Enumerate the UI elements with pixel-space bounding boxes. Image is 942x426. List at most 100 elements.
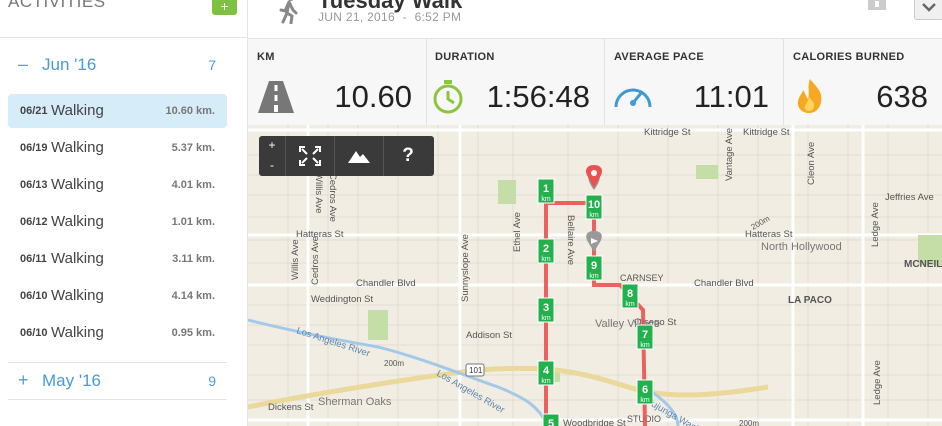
divider xyxy=(8,399,227,400)
stat-label: DURATION xyxy=(435,51,495,63)
km-marker: 10km xyxy=(585,194,603,220)
activity-date: 06/11 xyxy=(20,253,47,265)
km-marker-number: 1 xyxy=(543,183,549,195)
activity-item[interactable]: 06/21 Walking 10.60 km. xyxy=(8,94,227,128)
km-marker-number: 6 xyxy=(642,384,648,396)
help-button[interactable]: ? xyxy=(384,136,432,176)
place-label: Sherman Oaks xyxy=(318,396,392,408)
month-group-jun-2016[interactable]: – Jun '16 7 xyxy=(8,50,228,80)
activity-type: Walking xyxy=(51,176,104,193)
activity-type: Walking xyxy=(51,324,104,341)
activities-sidebar: ACTIVITIES + – Jun '16 7 06/21 Walking 1… xyxy=(0,0,248,426)
activity-item[interactable]: 06/11 Walking 3.11 km. xyxy=(8,242,227,276)
km-marker-unit: km xyxy=(589,212,599,219)
walking-icon xyxy=(279,0,298,24)
place-label: CARNSEY xyxy=(620,273,664,283)
km-marker-number: 8 xyxy=(627,288,633,300)
km-marker-unit: km xyxy=(541,256,551,263)
activity-date: 06/10 xyxy=(20,327,48,339)
activity-distance: 10.60 km. xyxy=(165,105,215,117)
fullscreen-button[interactable] xyxy=(286,136,335,176)
street-label: Willis Ave xyxy=(290,240,301,280)
activity-item[interactable]: 06/10 Walking 0.95 km. xyxy=(8,316,227,350)
activity-type: Walking xyxy=(51,102,104,119)
activity-header: Tuesday Walk JUN 21, 2016 - 6:52 PM xyxy=(248,0,942,38)
street-label: Chandler Blvd xyxy=(694,278,754,289)
km-marker-unit: km xyxy=(625,301,635,308)
activity-distance: 5.37 km. xyxy=(171,142,215,154)
month-group-may-2016[interactable]: + May '16 9 xyxy=(8,366,228,396)
options-menu-button[interactable] xyxy=(914,0,942,20)
chevron-down-icon xyxy=(922,3,936,12)
activity-date: 06/21 xyxy=(20,105,48,117)
activity-date: 06/19 xyxy=(20,142,48,154)
activity-item[interactable]: 06/13 Walking 4.01 km. xyxy=(8,168,227,202)
street-label: Jeffries Ave xyxy=(885,192,934,203)
km-marker: 4km xyxy=(537,360,555,386)
street-label: Addison St xyxy=(466,330,512,341)
activity-type: Walking xyxy=(51,213,104,230)
map-controls: + - ? xyxy=(259,136,434,176)
stat-label: KM xyxy=(257,51,275,63)
flame-icon xyxy=(797,79,822,113)
street-label: Hatteras St xyxy=(745,229,793,240)
activity-distance: 3.11 km. xyxy=(172,253,215,265)
stat-label: CALORIES BURNED xyxy=(793,51,905,63)
stopwatch-icon xyxy=(433,80,463,114)
month-count: 9 xyxy=(208,373,216,389)
street-label: Cleon Ave xyxy=(806,142,817,185)
activity-distance: 1.01 km. xyxy=(171,216,215,228)
divider xyxy=(0,37,247,38)
km-marker-number: 10 xyxy=(588,199,600,211)
km-marker: 3km xyxy=(537,297,555,323)
street-label: Cedros Ave xyxy=(310,236,321,285)
start-pin-icon[interactable] xyxy=(586,165,602,188)
park-area xyxy=(368,310,388,340)
stat-duration: DURATION 1:56:48 xyxy=(426,39,605,126)
street-label: Sunnyslope Ave xyxy=(460,234,471,302)
street-label: Ethel Ave xyxy=(512,212,523,252)
zoom-out-button[interactable]: - xyxy=(259,156,285,176)
street-label: Ledge Ave xyxy=(870,202,881,247)
street-label: Chandler Blvd xyxy=(356,278,416,289)
stat-value: 11:01 xyxy=(693,79,769,114)
place-label: MCNEIL xyxy=(904,259,942,270)
park-area xyxy=(696,165,718,179)
sidebar-title: ACTIVITIES xyxy=(8,0,106,11)
place-label: North Hollywood xyxy=(761,241,842,253)
terrain-button[interactable] xyxy=(335,136,384,176)
add-activity-button[interactable]: + xyxy=(212,0,237,15)
speedometer-icon xyxy=(614,88,652,108)
street-label: Dickens St xyxy=(268,402,314,413)
activity-date: 06/12 xyxy=(20,216,48,228)
month-count: 7 xyxy=(208,57,216,73)
stat-value: 10.60 xyxy=(334,79,412,114)
km-marker: 7km xyxy=(636,324,654,350)
zoom-in-button[interactable]: + xyxy=(259,136,285,156)
km-marker-unit: km xyxy=(589,273,599,280)
month-label[interactable]: Jun '16 xyxy=(42,55,96,75)
stat-average-pace: AVERAGE PACE 11:01 xyxy=(605,39,784,126)
collapse-icon[interactable]: – xyxy=(18,54,28,75)
park-area xyxy=(498,180,516,204)
route-map[interactable]: Kittridge St Kittridge St Hatteras St Ha… xyxy=(248,125,942,426)
road-icon xyxy=(258,81,294,113)
street-label: Kittridge St xyxy=(644,127,691,138)
date-separator: - xyxy=(402,10,407,24)
km-marker-number: 3 xyxy=(543,302,549,314)
lock-icon[interactable] xyxy=(866,0,888,14)
activity-item[interactable]: 06/10 Walking 4.14 km. xyxy=(8,279,227,313)
km-marker-unit: km xyxy=(541,196,551,203)
km-marker-number: 5 xyxy=(548,418,554,426)
activity-datetime: JUN 21, 2016 - 6:52 PM xyxy=(318,10,461,24)
activity-date: 06/13 xyxy=(20,179,48,191)
month-label[interactable]: May '16 xyxy=(42,371,101,391)
km-marker-unit: km xyxy=(541,378,551,385)
activity-type: Walking xyxy=(51,250,104,267)
km-marker: 5km xyxy=(542,413,560,426)
activity-item[interactable]: 06/12 Walking 1.01 km. xyxy=(8,205,227,239)
activity-item[interactable]: 06/19 Walking 5.37 km. xyxy=(8,131,227,165)
fullscreen-icon xyxy=(299,146,321,166)
stat-calories: CALORIES BURNED 638 xyxy=(784,39,942,126)
expand-icon[interactable]: + xyxy=(18,370,29,391)
